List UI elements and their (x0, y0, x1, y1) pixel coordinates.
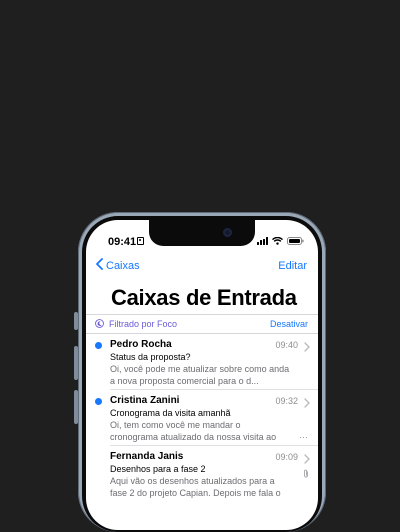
battery-icon (287, 237, 304, 245)
mail-time: 09:09 (275, 452, 298, 462)
mail-sender: Cristina Zanini (110, 395, 180, 406)
notch (149, 220, 255, 246)
mail-list: Pedro Rocha 09:40 Status da proposta? Oi… (86, 334, 318, 502)
mail-preview: Oi, tem como você me mandar o cronograma… (110, 420, 277, 442)
status-time: 09:41 (108, 236, 137, 248)
status-indicators (257, 237, 304, 245)
mail-time: 09:32 (275, 396, 298, 406)
chevron-right-icon (304, 339, 310, 357)
phone-frame: 09:41 Caixas Editar Caixas de Entrada Fi… (78, 212, 326, 532)
mail-preview: Oi, você pode me atualizar sobre como an… (110, 364, 290, 386)
mail-subject: Status da proposta? (110, 352, 191, 362)
mail-item[interactable]: Pedro Rocha 09:40 Status da proposta? Oi… (86, 334, 318, 390)
wifi-icon (272, 237, 283, 245)
front-camera (223, 228, 232, 237)
mail-sender: Pedro Rocha (110, 339, 172, 350)
phone-screen: 09:41 Caixas Editar Caixas de Entrada Fi… (86, 220, 318, 530)
mail-subject: Desenhos para a fase 2 (110, 464, 206, 474)
back-label: Caixas (106, 259, 140, 272)
unread-indicator (95, 398, 102, 405)
person-id-icon (137, 237, 144, 245)
signal-icon (257, 237, 268, 245)
mail-subject: Cronograma da visita amanhã (110, 408, 231, 418)
mail-item[interactable]: Fernanda Janis 09:09 Desenhos para a fas… (86, 446, 318, 502)
mail-time: 09:40 (275, 340, 298, 350)
mail-preview: Aqui vão os desenhos atualizados para a … (110, 476, 281, 498)
unread-indicator (95, 342, 102, 349)
focus-moon-icon (95, 315, 104, 333)
paperclip-icon (303, 465, 309, 483)
page-title: Caixas de Entrada (111, 285, 297, 310)
filter-label: Filtrado por Foco (109, 319, 178, 329)
phone-bezel: 09:41 Caixas Editar Caixas de Entrada Fi… (82, 216, 322, 532)
edit-button[interactable]: Editar (278, 260, 307, 272)
chevron-left-icon (96, 258, 103, 273)
back-button[interactable]: Caixas (96, 258, 140, 273)
mail-item[interactable]: Cristina Zanini 09:32 Cronograma da visi… (86, 390, 318, 446)
more-ellipsis: … (299, 430, 308, 440)
disable-filter-button[interactable]: Desativar (270, 319, 308, 329)
mail-sender: Fernanda Janis (110, 451, 184, 462)
chevron-right-icon (304, 395, 310, 413)
focus-filter-bar: Filtrado por Foco Desativar (86, 314, 318, 334)
